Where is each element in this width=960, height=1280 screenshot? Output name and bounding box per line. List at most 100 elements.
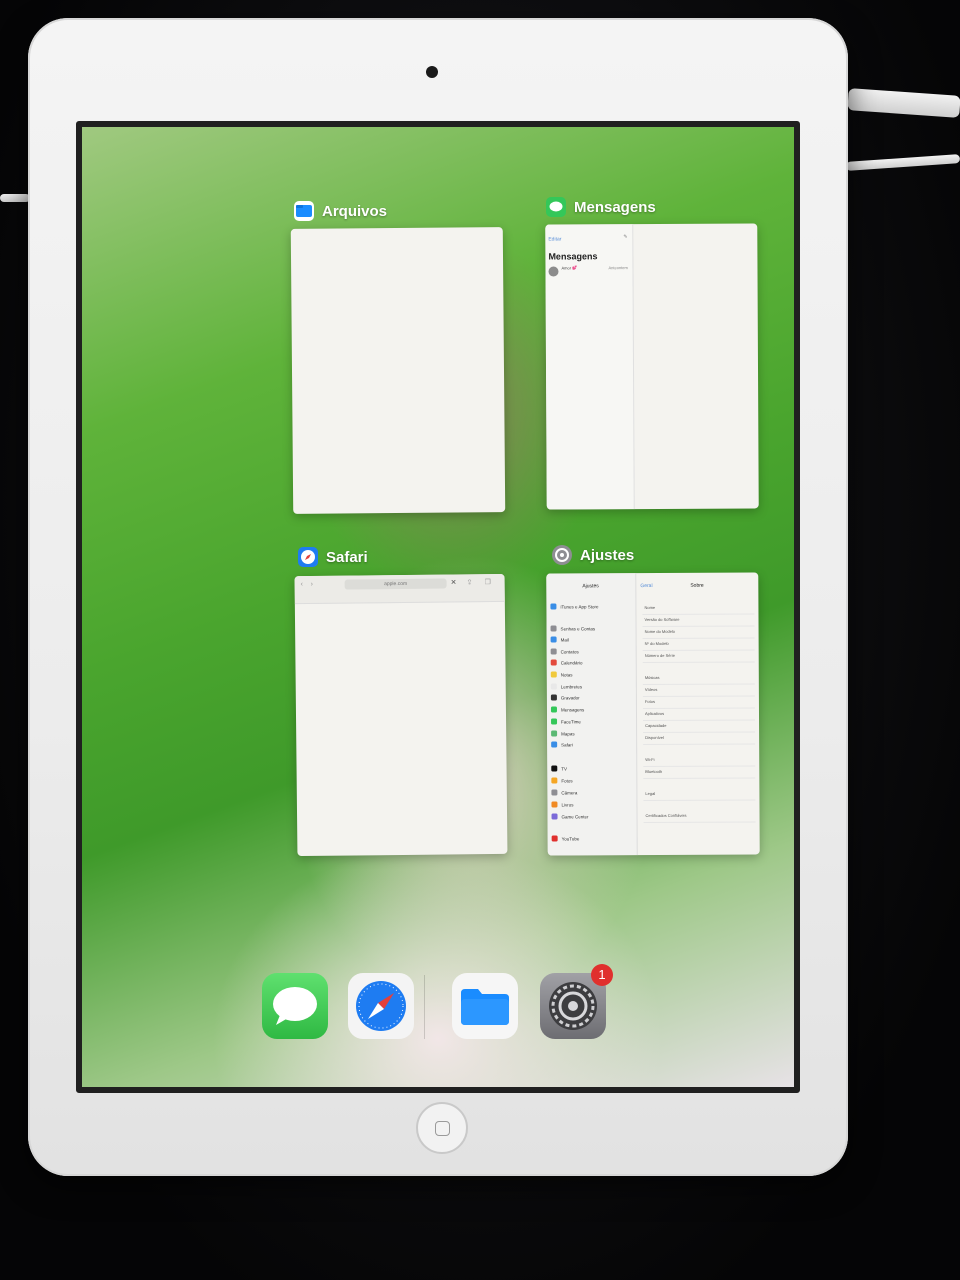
settings-item-label: Calendário xyxy=(560,659,583,665)
app-card-messages[interactable]: Editar ✎ Mensagens Amor 💕 Anteontem xyxy=(545,223,759,510)
app-card-label-messages: Mensagens xyxy=(546,197,656,217)
settings-detail-row: Músicas xyxy=(644,674,660,681)
settings-sidebar-item: Fotos xyxy=(551,777,573,784)
forward-icon: › xyxy=(310,580,314,588)
safari-toolbar: ‹ › apple.com ✕ ⇪ ❐ xyxy=(294,573,505,605)
settings-item-label: YouTube xyxy=(561,835,580,841)
settings-row-divider xyxy=(643,765,756,768)
settings-sidebar-item: iTunes e App Store xyxy=(550,603,599,610)
address-bar: apple.com xyxy=(344,578,447,590)
settings-detail-row: Bluetooth xyxy=(645,768,663,775)
settings-item-label: iTunes e App Store xyxy=(560,603,599,609)
settings-item-icon xyxy=(550,648,557,655)
settings-sidebar-item: Lembretes xyxy=(550,683,583,690)
settings-item-label: Safari xyxy=(561,741,573,747)
settings-sidebar-item: Mensagens xyxy=(550,706,585,713)
messages-title: Mensagens xyxy=(548,251,598,262)
settings-item-label: FaceTime xyxy=(561,718,581,724)
conversation-row: Amor 💕 Anteontem xyxy=(548,264,630,278)
files-icon xyxy=(294,201,314,221)
files-icon xyxy=(461,989,509,1025)
settings-item-icon xyxy=(551,718,558,725)
settings-detail-row: Nome do Modelo xyxy=(644,628,676,635)
settings-row-divider xyxy=(642,637,755,640)
settings-sidebar-item: Safari xyxy=(551,741,573,748)
settings-row-divider xyxy=(643,743,756,746)
settings-item-icon xyxy=(551,789,558,796)
notification-badge: 1 xyxy=(591,964,613,986)
settings-item-icon xyxy=(551,741,558,748)
dock-app-settings[interactable]: 1 xyxy=(540,964,613,1039)
settings-item-icon xyxy=(551,835,558,842)
dock-app-messages[interactable] xyxy=(262,973,328,1039)
settings-row-divider xyxy=(642,695,755,698)
settings-item-label: Gravador xyxy=(560,694,580,700)
charging-cable-top xyxy=(847,88,960,118)
settings-item-icon xyxy=(550,603,557,610)
app-card-label-safari: Safari xyxy=(298,547,368,567)
settings-detail-row: Legal xyxy=(645,790,656,797)
safari-icon xyxy=(298,547,318,567)
app-card-files[interactable] xyxy=(290,227,506,514)
dock-app-safari[interactable] xyxy=(348,973,414,1039)
settings-detail-row: Fotos xyxy=(644,698,655,705)
settings-item-icon xyxy=(550,706,557,713)
settings-detail-row: Aplicativos xyxy=(644,710,665,717)
settings-row-divider xyxy=(643,731,756,734)
settings-sidebar-item: Mapas xyxy=(551,730,575,737)
settings-item-icon xyxy=(550,671,557,678)
dock-app-files[interactable] xyxy=(452,973,518,1039)
dock: 1 xyxy=(250,961,630,1059)
settings-detail-row: Disponível xyxy=(645,734,664,741)
settings-sidebar: Ajustes iTunes e App Store Senhas e Conta… xyxy=(546,573,638,856)
settings-row-divider xyxy=(642,683,755,686)
settings-sidebar-item: Contatos xyxy=(550,648,579,655)
settings-sidebar-item: FaceTime xyxy=(551,718,581,725)
ipad-screen: Arquivos Mensagens Editar ✎ Mensagens Am… xyxy=(76,121,800,1093)
conversation-contact: Amor 💕 xyxy=(561,265,578,271)
settings-item-label: Senhas e Contas xyxy=(560,625,596,631)
settings-item-label: Livros xyxy=(561,801,574,807)
front-camera xyxy=(426,66,438,78)
settings-item-icon xyxy=(550,694,557,701)
settings-item-label: Mensagens xyxy=(560,706,585,712)
settings-back-link: Geral xyxy=(640,583,653,590)
settings-row-divider xyxy=(642,661,755,664)
app-card-safari[interactable]: ‹ › apple.com ✕ ⇪ ❐ xyxy=(294,573,508,857)
settings-detail-row: Nº do Modelo xyxy=(644,640,669,647)
settings-sidebar-item: Calendário xyxy=(550,659,583,666)
settings-row-divider xyxy=(642,707,755,710)
settings-sidebar-item: Gravador xyxy=(550,694,580,701)
settings-item-label: Notas xyxy=(560,671,573,677)
messages-edit-link: Editar xyxy=(548,236,562,243)
settings-item-icon xyxy=(550,659,557,666)
settings-item-icon xyxy=(550,636,557,643)
settings-item-icon xyxy=(551,730,558,737)
settings-item-label: Lembretes xyxy=(560,683,583,689)
settings-detail-row: Número de Série xyxy=(644,652,675,659)
settings-item-label: Game Center xyxy=(561,813,589,819)
settings-item-icon xyxy=(551,801,558,808)
app-card-label-files: Arquivos xyxy=(294,201,387,221)
settings-sidebar-item: Mail xyxy=(550,636,569,643)
settings-detail-row: Nome xyxy=(644,604,656,611)
settings-item-label: Contatos xyxy=(560,648,579,654)
settings-sidebar-title: Ajustes xyxy=(582,583,599,590)
dock-separator xyxy=(424,975,425,1039)
settings-item-label: Fotos xyxy=(561,777,573,783)
settings-sidebar-item: YouTube xyxy=(551,835,580,842)
share-icon: ⇪ xyxy=(466,579,473,587)
messages-icon xyxy=(546,197,566,217)
settings-sidebar-item: TV xyxy=(551,765,567,772)
settings-detail-row: Wi-Fi xyxy=(645,756,655,763)
messages-icon xyxy=(273,987,317,1025)
back-icon: ‹ xyxy=(300,581,304,589)
app-card-settings[interactable]: Ajustes iTunes e App Store Senhas e Conta… xyxy=(546,572,760,856)
avatar xyxy=(548,266,559,277)
settings-detail-row: Versão do Software xyxy=(644,616,680,623)
conversation-date: Anteontem xyxy=(608,265,628,271)
home-button[interactable] xyxy=(416,1102,468,1154)
app-card-label-settings: Ajustes xyxy=(552,545,634,565)
settings-detail-row: Vídeos xyxy=(644,686,658,693)
settings-item-icon xyxy=(551,777,558,784)
